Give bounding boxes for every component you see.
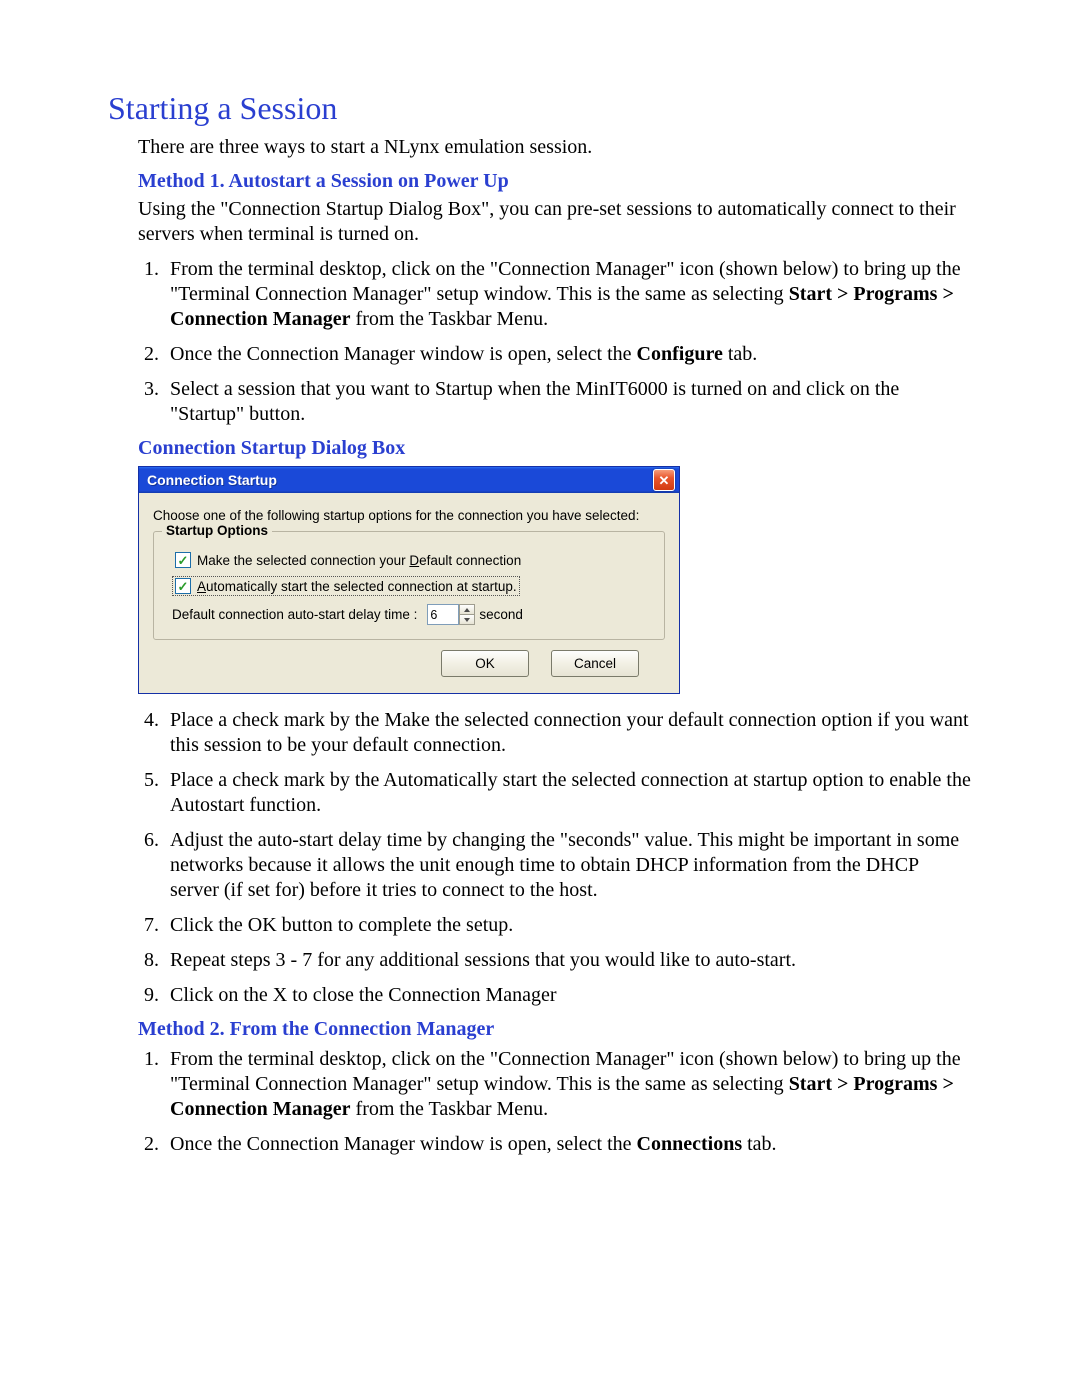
list-item: Click the OK button to complete the setu…	[164, 913, 972, 938]
startup-options-group: Startup Options ✓ Make the selected conn…	[153, 531, 665, 640]
step-text: tab.	[742, 1133, 776, 1155]
tab-name: Connections	[637, 1133, 743, 1155]
check-icon: ✓	[178, 580, 189, 593]
list-item: Once the Connection Manager window is op…	[164, 342, 972, 367]
default-connection-checkbox-row[interactable]: ✓ Make the selected connection your Defa…	[172, 550, 524, 570]
step-text: tab.	[723, 343, 757, 365]
spinner-down[interactable]	[459, 615, 475, 625]
tab-name: Configure	[637, 343, 723, 365]
checkbox-label: Make the selected connection your Defaul…	[197, 553, 521, 568]
close-icon: ✕	[659, 474, 670, 487]
cancel-button[interactable]: Cancel	[551, 650, 639, 677]
list-item: Repeat steps 3 - 7 for any additional se…	[164, 948, 972, 973]
dialog-caption: Connection Startup Dialog Box	[138, 437, 972, 460]
list-item: Once the Connection Manager window is op…	[164, 1132, 972, 1157]
list-item: Place a check mark by the Automatically …	[164, 768, 972, 818]
chevron-down-icon	[464, 618, 470, 622]
close-button[interactable]: ✕	[653, 469, 675, 491]
chevron-up-icon	[464, 608, 470, 612]
spinner-up[interactable]	[459, 604, 475, 615]
step-text: from the Taskbar Menu.	[351, 308, 549, 330]
dialog-title: Connection Startup	[147, 472, 277, 488]
groupbox-title: Startup Options	[162, 523, 272, 538]
list-item: Adjust the auto-start delay time by chan…	[164, 828, 972, 903]
checkbox-label: Automatically start the selected connect…	[197, 579, 517, 594]
method1-heading: Method 1. Autostart a Session on Power U…	[138, 170, 972, 193]
check-icon: ✓	[178, 554, 189, 567]
list-item: Select a session that you want to Startu…	[164, 377, 972, 427]
list-item: Click on the X to close the Connection M…	[164, 983, 972, 1008]
step-text: from the Taskbar Menu.	[351, 1098, 549, 1120]
checkbox[interactable]: ✓	[175, 578, 191, 594]
list-item: From the terminal desktop, click on the …	[164, 257, 972, 332]
page-title: Starting a Session	[108, 90, 972, 127]
dialog-titlebar: Connection Startup ✕	[139, 467, 679, 493]
list-item: Place a check mark by the Make the selec…	[164, 708, 972, 758]
intro-text: There are three ways to start a NLynx em…	[138, 135, 972, 160]
delay-unit: second	[479, 607, 523, 622]
delay-input[interactable]: 6	[427, 604, 459, 625]
delay-spinner[interactable]	[459, 604, 475, 625]
method1-desc: Using the "Connection Startup Dialog Box…	[138, 197, 972, 247]
checkbox[interactable]: ✓	[175, 552, 191, 568]
method1-steps: From the terminal desktop, click on the …	[138, 257, 972, 427]
method1-steps-cont: Place a check mark by the Make the selec…	[138, 708, 972, 1008]
delay-label: Default connection auto-start delay time…	[172, 607, 417, 622]
delay-row: Default connection auto-start delay time…	[172, 604, 646, 625]
step-text: Once the Connection Manager window is op…	[170, 343, 637, 365]
connection-startup-dialog: Connection Startup ✕ Choose one of the f…	[138, 466, 680, 694]
list-item: From the terminal desktop, click on the …	[164, 1047, 972, 1122]
autostart-checkbox-row[interactable]: ✓ Automatically start the selected conne…	[172, 576, 520, 596]
ok-button[interactable]: OK	[441, 650, 529, 677]
step-text: Once the Connection Manager window is op…	[170, 1133, 637, 1155]
method2-steps: From the terminal desktop, click on the …	[138, 1047, 972, 1157]
method2-heading: Method 2. From the Connection Manager	[138, 1018, 972, 1041]
